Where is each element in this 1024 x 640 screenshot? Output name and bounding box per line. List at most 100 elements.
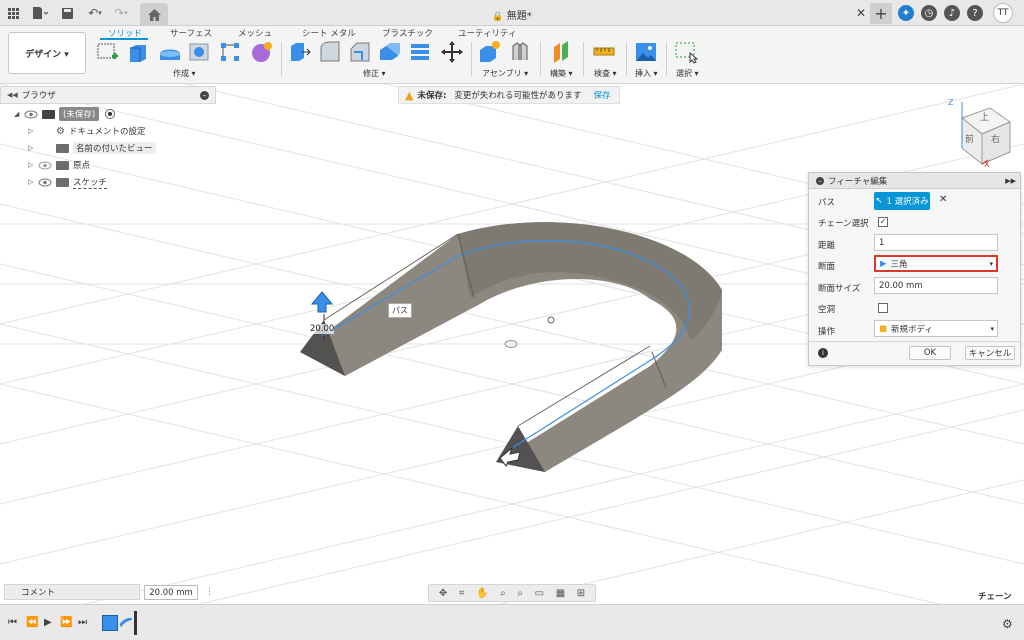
workspace-selector[interactable]: デザイン ▾ bbox=[8, 32, 86, 74]
axis-x-label: X bbox=[984, 160, 990, 169]
joint-icon[interactable] bbox=[508, 40, 532, 64]
section-dropdown[interactable]: ▶ 三角 ▾ bbox=[874, 255, 998, 272]
new-component-icon[interactable] bbox=[478, 40, 502, 64]
distance-label: 距離 bbox=[818, 241, 836, 251]
zoom-window-icon[interactable]: ⌕ bbox=[517, 588, 523, 599]
browser-header: ◀◀ ブラウザ – bbox=[0, 86, 216, 104]
timeline-sweep-feature[interactable] bbox=[118, 616, 133, 628]
timeline-marker[interactable] bbox=[134, 611, 137, 635]
comment-bar[interactable]: コメント bbox=[4, 584, 140, 600]
section-size-input[interactable]: 20.00 mm bbox=[874, 277, 998, 294]
tab-sheet-metal[interactable]: シート メタル bbox=[302, 27, 356, 39]
operation-dropdown[interactable]: ■ 新規ボディ ▾ bbox=[874, 320, 998, 337]
move-copy-icon[interactable] bbox=[440, 40, 464, 64]
group-construct[interactable]: 構築 ▾ bbox=[550, 68, 573, 79]
browser-root-item[interactable]: ◢ (未保存) bbox=[14, 106, 116, 122]
close-tab-icon[interactable]: ✕ bbox=[856, 6, 866, 20]
grid-settings-icon[interactable]: ▦ bbox=[556, 588, 565, 599]
navigation-bar: ✥ ⌗ ✋ ⌕ ⌕ ▭ ▦ ⊞ bbox=[428, 584, 596, 602]
user-avatar[interactable]: TT bbox=[993, 3, 1013, 23]
tab-utility[interactable]: ユーティリティ bbox=[458, 27, 516, 39]
ok-button[interactable]: OK bbox=[909, 346, 951, 360]
insert-image-icon[interactable] bbox=[634, 40, 658, 64]
path-selection-button[interactable]: ↖ 1 選択済み bbox=[874, 192, 930, 210]
orbit-icon[interactable]: ✥ bbox=[439, 588, 447, 599]
visibility-eye-icon[interactable] bbox=[24, 110, 38, 119]
display-settings-icon[interactable]: ▭ bbox=[535, 588, 544, 599]
group-create[interactable]: 作成 ▾ bbox=[173, 68, 196, 79]
browser-minimize-icon[interactable]: – bbox=[200, 90, 209, 100]
activate-radio-icon[interactable] bbox=[105, 109, 116, 119]
dimension-label[interactable]: 20.00 bbox=[310, 324, 335, 334]
more-options-icon[interactable]: ⋮ bbox=[205, 587, 214, 597]
group-assemble[interactable]: アセンブリ ▾ bbox=[482, 68, 528, 79]
browser-item-origin[interactable]: ▷ 原点 bbox=[28, 157, 90, 173]
notifications-icon[interactable]: ♪ bbox=[944, 5, 960, 21]
timeline-next-icon[interactable]: ⏩ bbox=[60, 617, 72, 628]
timeline-play-icon[interactable]: ▶ bbox=[44, 617, 52, 628]
collapse-browser-icon[interactable]: ◀◀ bbox=[7, 91, 18, 99]
clear-selection-icon[interactable]: ✕ bbox=[939, 194, 947, 205]
revolve-icon[interactable] bbox=[158, 40, 182, 64]
measure-input[interactable]: 20.00 mm bbox=[144, 585, 198, 600]
offset-plane-icon[interactable] bbox=[550, 40, 574, 64]
select-icon[interactable] bbox=[674, 40, 698, 64]
timeline-end-icon[interactable]: ⏭ bbox=[78, 617, 87, 628]
new-tab-button[interactable]: + bbox=[870, 3, 892, 24]
visibility-eye-icon[interactable] bbox=[38, 178, 52, 187]
hole-icon[interactable] bbox=[188, 40, 212, 64]
tab-plastic[interactable]: プラスチック bbox=[382, 27, 433, 39]
origin-marker[interactable] bbox=[504, 340, 518, 348]
help-icon[interactable]: ? bbox=[967, 5, 983, 21]
tab-surface[interactable]: サーフェス bbox=[170, 27, 212, 39]
group-inspect[interactable]: 検査 ▾ bbox=[594, 68, 617, 79]
zoom-icon[interactable]: ⌕ bbox=[500, 588, 506, 599]
document-icon bbox=[42, 109, 55, 119]
shell-icon[interactable] bbox=[378, 40, 402, 64]
group-select[interactable]: 選択 ▾ bbox=[676, 68, 699, 79]
group-modify[interactable]: 修正 ▾ bbox=[363, 68, 386, 79]
browser-item-document-settings[interactable]: ▷ ⚙ ドキュメントの設定 bbox=[28, 123, 145, 139]
timeline-settings-gear-icon[interactable]: ⚙ bbox=[1002, 617, 1013, 631]
expand-arrow-icon[interactable]: ▷ bbox=[28, 161, 38, 169]
hollow-checkbox[interactable] bbox=[878, 303, 888, 313]
create-sketch-icon[interactable] bbox=[96, 40, 120, 64]
look-at-icon[interactable]: ⌗ bbox=[459, 588, 465, 599]
expand-arrow-icon[interactable]: ◢ bbox=[14, 110, 24, 118]
fillet-icon[interactable] bbox=[318, 40, 342, 64]
combine-icon[interactable] bbox=[408, 40, 432, 64]
chain-select-checkbox[interactable]: ✓ bbox=[878, 217, 888, 227]
browser-item-sketches[interactable]: ▷ スケッチ bbox=[28, 174, 108, 190]
expand-arrow-icon[interactable]: ▷ bbox=[28, 144, 38, 152]
viewports-icon[interactable]: ⊞ bbox=[577, 588, 585, 599]
pan-hand-icon[interactable]: ✋ bbox=[476, 588, 488, 599]
browser-item-named-views[interactable]: ▷ 名前の付いたビュー bbox=[28, 140, 156, 156]
save-link[interactable]: 保存 bbox=[593, 89, 610, 101]
chamfer-icon[interactable] bbox=[348, 40, 372, 64]
unsaved-warning-banner: ▲ 未保存: 変更が失われる可能性があります 保存 bbox=[398, 86, 620, 104]
dialog-expand-icon[interactable]: ▶▶ bbox=[1005, 177, 1016, 185]
group-insert[interactable]: 挿入 ▾ bbox=[635, 68, 658, 79]
distance-input[interactable]: 1 bbox=[874, 234, 998, 251]
timeline-prev-icon[interactable]: ⏪ bbox=[26, 617, 38, 628]
pattern-icon[interactable] bbox=[218, 40, 242, 64]
expand-arrow-icon[interactable]: ▷ bbox=[28, 127, 38, 135]
extrude-icon[interactable] bbox=[126, 40, 150, 64]
extensions-icon[interactable]: ✦ bbox=[898, 5, 914, 21]
visibility-eye-icon[interactable] bbox=[38, 161, 52, 170]
create-form-icon[interactable] bbox=[250, 40, 274, 64]
measure-icon[interactable] bbox=[592, 40, 616, 64]
origin-point[interactable] bbox=[547, 316, 555, 324]
timeline-start-icon[interactable]: ⏮ bbox=[8, 617, 17, 628]
info-icon[interactable]: i bbox=[818, 348, 828, 358]
hollow-label: 空洞 bbox=[818, 305, 836, 315]
expand-arrow-icon[interactable]: ▷ bbox=[28, 178, 38, 186]
dialog-collapse-icon[interactable]: – bbox=[816, 176, 824, 185]
tab-mesh[interactable]: メッシュ bbox=[238, 27, 272, 39]
document-title: 無題* bbox=[506, 11, 532, 22]
job-status-icon[interactable]: ◷ bbox=[921, 5, 937, 21]
timeline-sketch-feature[interactable] bbox=[102, 615, 118, 631]
warning-bold-label: 未保存: bbox=[417, 91, 447, 101]
cancel-button[interactable]: キャンセル bbox=[965, 346, 1015, 360]
press-pull-icon[interactable] bbox=[288, 40, 312, 64]
